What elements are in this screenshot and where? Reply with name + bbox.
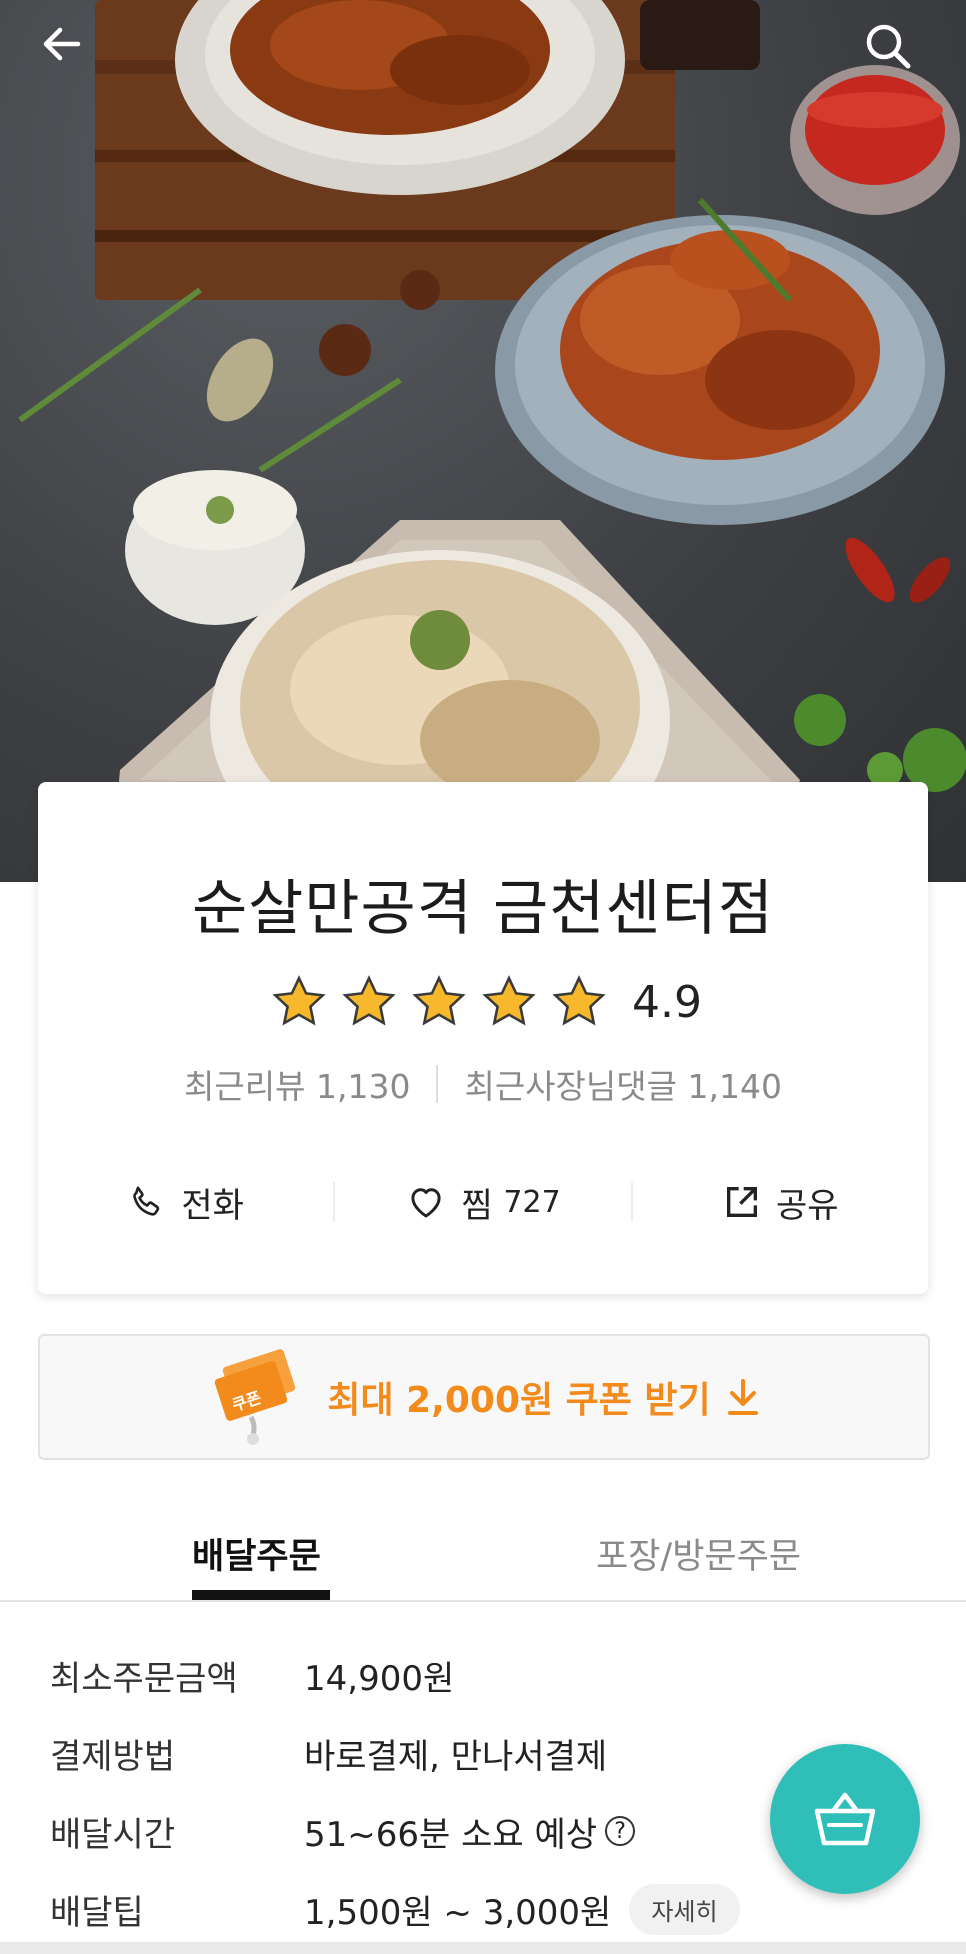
basket-icon: [814, 1792, 876, 1846]
rating-value: 4.9: [632, 976, 702, 1028]
cart-button[interactable]: [770, 1744, 920, 1894]
min-order-label: 최소주문금액: [50, 1658, 238, 1699]
review-summary: 최근리뷰 1,130 최근사장님댓글 1,140: [38, 1060, 928, 1108]
delivery-tip-value: 1,500원 ~ 3,000원: [304, 1892, 612, 1933]
phone-icon: [133, 1186, 160, 1216]
bottom-divider: [0, 1942, 966, 1954]
payment-method-row: 결제방법 바로결제, 만나서결제: [50, 1728, 607, 1778]
delivery-tip-label: 배달팁: [50, 1892, 144, 1933]
delivery-tip-row: 배달팁 1,500원 ~ 3,000원 자세히: [50, 1883, 740, 1935]
tip-detail-button[interactable]: 자세히: [629, 1883, 740, 1935]
hero-food-illustration: [18, 0, 966, 882]
call-label: 전화: [181, 1185, 244, 1226]
owner-replies-link[interactable]: 최근사장님댓글 1,140: [464, 1060, 782, 1108]
order-type-tabs: 배달주문 포장/방문주문: [0, 1500, 966, 1602]
star-icon: [412, 975, 466, 1026]
download-arrow-icon: [727, 1379, 758, 1415]
delivery-time-label: 배달시간: [50, 1814, 176, 1855]
recent-reviews-link[interactable]: 최근리뷰 1,130: [184, 1060, 410, 1108]
payment-method-value: 바로결제, 만나서결제: [304, 1736, 608, 1777]
like-button[interactable]: 찜 727: [335, 1178, 630, 1227]
like-count: 727: [503, 1184, 561, 1220]
delivery-time-value: 51~66분 소요 예상: [304, 1814, 598, 1855]
star-icon: [552, 975, 606, 1026]
tab-delivery-order[interactable]: 배달주문: [192, 1528, 321, 1579]
coupon-download-button[interactable]: 쿠폰 최대 2,000원 쿠폰 받기: [38, 1334, 930, 1460]
share-icon: [727, 1187, 758, 1217]
store-actions: 전화 찜 727 공유: [38, 1172, 928, 1232]
star-icon: [342, 975, 396, 1026]
hero-image: [0, 0, 966, 882]
tab-pickup-order[interactable]: 포장/방문주문: [596, 1528, 801, 1579]
help-icon[interactable]: ?: [605, 1816, 636, 1846]
heart-icon: [411, 1188, 441, 1218]
payment-method-label: 결제방법: [50, 1736, 176, 1777]
min-order-row: 최소주문금액 14,900원: [50, 1650, 454, 1700]
delivery-tip-value-wrap: 1,500원 ~ 3,000원 자세히: [304, 1883, 740, 1935]
store-name: 순살만공격 금천센터점: [191, 874, 775, 944]
active-tab-indicator: [192, 1590, 330, 1600]
share-label: 공유: [776, 1185, 839, 1226]
delivery-time-value-wrap: 51~66분 소요 예상 ?: [304, 1807, 636, 1856]
rating-row[interactable]: 4.9: [38, 974, 928, 1030]
recent-reviews-label: 최근리뷰: [184, 1067, 306, 1106]
call-button[interactable]: 전화: [38, 1178, 333, 1227]
star-icon: [272, 975, 326, 1026]
min-order-value: 14,900원: [304, 1658, 455, 1699]
search-icon: [866, 24, 911, 69]
arrow-left-icon: [43, 27, 81, 61]
delivery-time-row: 배달시간 51~66분 소요 예상 ?: [50, 1806, 636, 1856]
like-label: 찜: [461, 1185, 493, 1226]
coupon-label: 최대 2,000원 쿠폰 받기: [327, 1380, 711, 1421]
owner-replies-count: 1,140: [687, 1067, 782, 1106]
search-button[interactable]: [862, 20, 926, 84]
owner-replies-label: 최근사장님댓글: [464, 1067, 677, 1106]
star-icon: [482, 975, 536, 1026]
recent-reviews-count: 1,130: [315, 1067, 411, 1106]
divider: [436, 1065, 439, 1103]
back-button[interactable]: [38, 20, 102, 84]
share-button[interactable]: 공유: [633, 1178, 928, 1227]
store-info-card: 순살만공격 금천센터점 4.9 최근리뷰 1,130 최근사장님댓글 1,140…: [38, 782, 928, 1294]
coupon-ticket-icon: 쿠폰: [215, 1349, 296, 1445]
